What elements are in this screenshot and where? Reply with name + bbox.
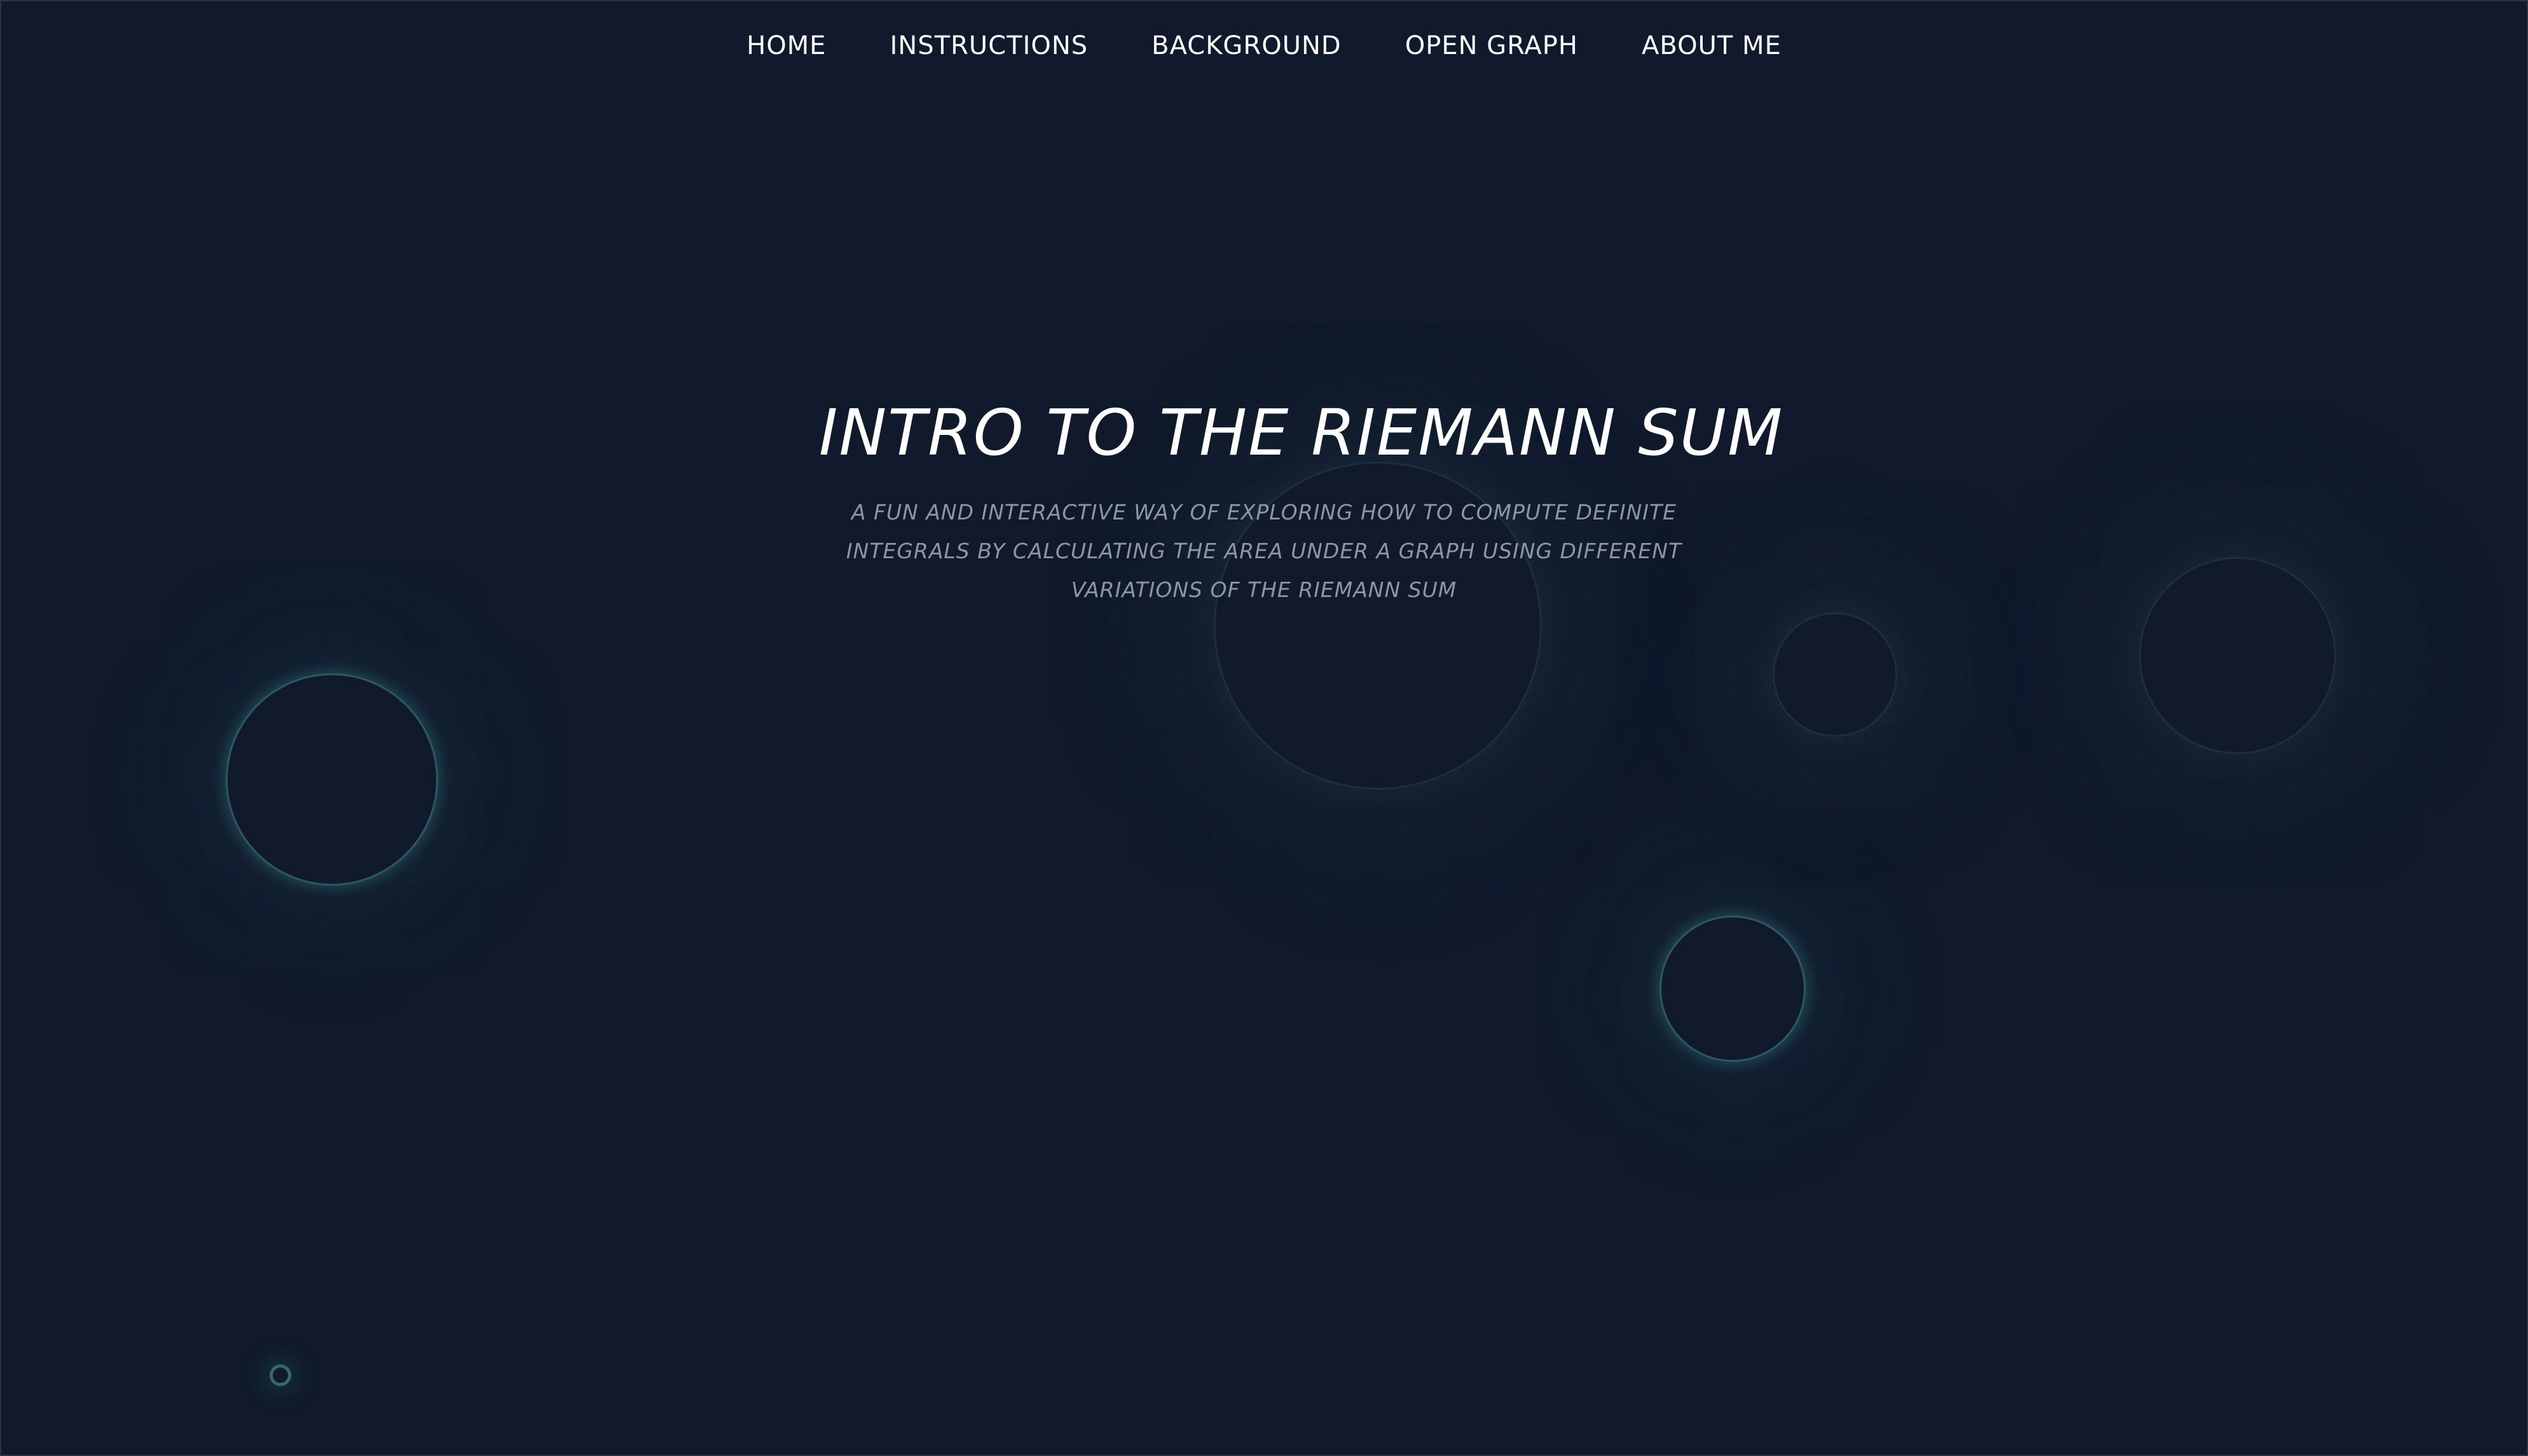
background-orb <box>226 673 438 886</box>
page: HOME INSTRUCTIONS BACKGROUND OPEN GRAPH … <box>0 0 2528 1456</box>
background-orb <box>1659 916 1806 1062</box>
background-orb <box>1773 612 1897 737</box>
background-orb-small <box>270 1364 291 1386</box>
page-subtitle: A FUN AND INTERACTIVE WAY OF EXPLORING H… <box>846 500 1682 602</box>
page-title: INTRO TO THE RIEMANN SUM <box>819 395 1784 470</box>
nav-instructions[interactable]: INSTRUCTIONS <box>890 31 1089 60</box>
nav-about-me[interactable]: ABOUT ME <box>1642 31 1782 60</box>
nav-background[interactable]: BACKGROUND <box>1151 31 1342 60</box>
nav-home[interactable]: HOME <box>746 31 826 60</box>
nav-open-graph[interactable]: OPEN GRAPH <box>1405 31 1578 60</box>
background-orb <box>2139 557 2336 754</box>
top-nav: HOME INSTRUCTIONS BACKGROUND OPEN GRAPH … <box>1 1 2527 90</box>
hero-section: INTRO TO THE RIEMANN SUM A FUN AND INTER… <box>819 395 1784 609</box>
